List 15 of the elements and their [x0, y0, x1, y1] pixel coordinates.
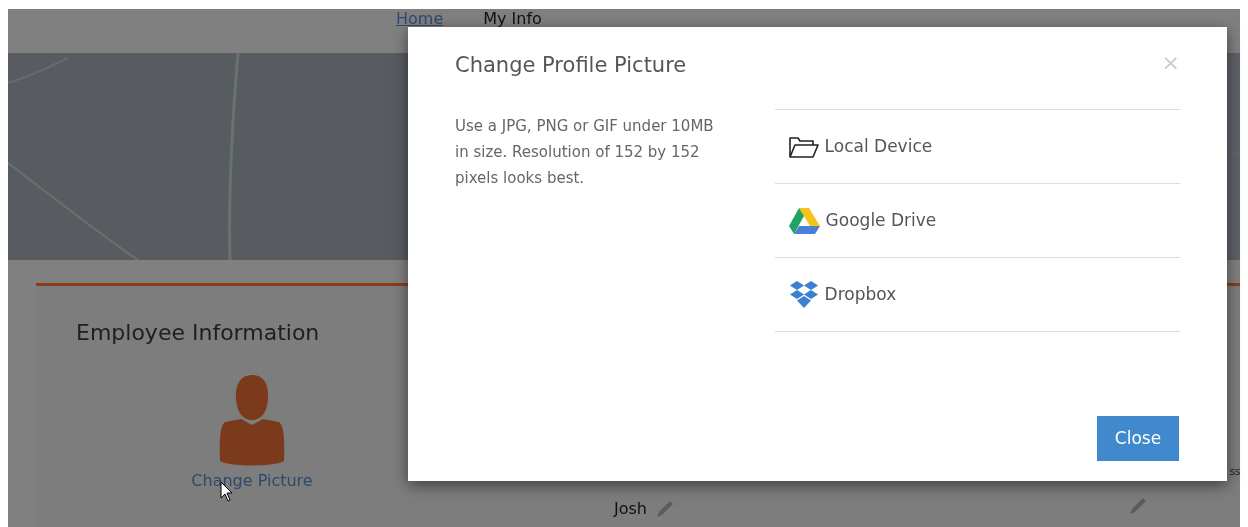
upload-source-item[interactable]: Dropbox: [774, 258, 1180, 332]
pencil-icon[interactable]: [1128, 496, 1148, 516]
folder-icon: [788, 134, 819, 159]
close-button[interactable]: Close: [1097, 416, 1179, 461]
upload-source-item[interactable]: Local Device: [774, 110, 1180, 184]
first-name-value: Josh: [614, 499, 647, 519]
drive-triangle-icon: [788, 207, 820, 234]
description: Use a JPG, PNG or GIF under 10MB in size. Resolution of 152 by 152 pixels looks best.: [455, 116, 715, 189]
upload-source-item[interactable]: Google Drive: [774, 184, 1180, 258]
field-label: ss: [1229, 464, 1240, 480]
open-box-icon: [788, 280, 819, 309]
section-title: Employee Information: [76, 319, 320, 347]
pencil-icon[interactable]: [655, 499, 675, 519]
dialog-title: Change Profile Picture: [455, 52, 687, 79]
nav-link[interactable]: My Info: [483, 9, 542, 29]
